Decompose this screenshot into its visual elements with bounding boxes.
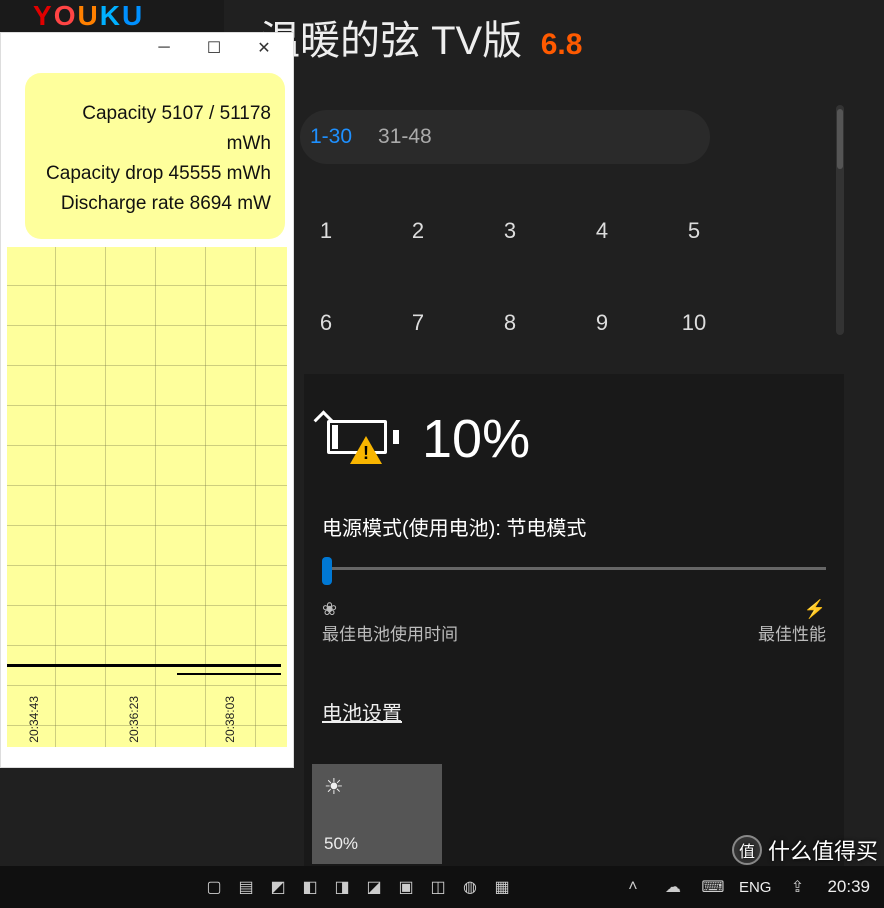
warning-exclamation-icon: !: [363, 443, 369, 464]
smzdm-badge-icon: 值: [732, 835, 762, 865]
episode-button[interactable]: 9: [556, 277, 648, 369]
slider-track[interactable]: [330, 567, 826, 570]
input-language[interactable]: ENG: [739, 879, 772, 896]
system-tray: ˄ ☁ ⌨ ENG ⇪ 20:39: [619, 873, 878, 901]
x-tick-label: 20:36:23: [127, 696, 141, 743]
battery-percentage: 10%: [422, 408, 530, 470]
input-icon[interactable]: ⌨: [699, 873, 727, 901]
discharge-chart: 20:34:43 20:36:23 20:38:03: [7, 247, 287, 747]
battery-monitor-window: ─ ☐ ✕ Capacity 5107 / 51178 mWh Capacity…: [0, 32, 294, 768]
leaf-icon: ❀: [322, 599, 458, 620]
wifi-icon[interactable]: ⇪: [783, 873, 811, 901]
chart-series-line: [7, 664, 281, 667]
minimize-button[interactable]: ─: [141, 34, 187, 62]
battery-settings-link[interactable]: 电池设置: [322, 697, 402, 726]
close-button[interactable]: ✕: [241, 34, 287, 62]
best-battery-label: 最佳电池使用时间: [322, 625, 458, 644]
chart-gridlines: [7, 247, 287, 747]
episode-grid: 1 2 3 4 5 6 7 8 9 10: [280, 185, 740, 369]
x-tick-label: 20:34:43: [27, 696, 41, 743]
video-title-area: 温暖的弦 TV版 6.8 集全: [260, 8, 582, 97]
maximize-button[interactable]: ☐: [191, 34, 237, 62]
youku-logo: YOUKU: [33, 0, 144, 32]
episode-button[interactable]: 7: [372, 277, 464, 369]
slider-thumb[interactable]: [322, 557, 332, 585]
video-title: 温暖的弦 TV版: [260, 19, 522, 63]
youku-thumbnail: YOUKU: [0, 0, 224, 32]
logo-glyph: O: [54, 0, 78, 31]
episode-range-tabs: 1-30 31-48: [300, 110, 710, 164]
app-icon[interactable]: ▤: [232, 873, 260, 901]
battery-monitor-body: Capacity 5107 / 51178 mWh Capacity drop …: [1, 73, 293, 747]
episode-button[interactable]: 2: [372, 185, 464, 277]
lightning-icon: ⚡: [758, 599, 826, 620]
battery-flyout: ! 10% 电源模式(使用电池): 节电模式 ❀ 最佳电池使用时间 ⚡ 最佳性能…: [304, 374, 844, 874]
app-icon[interactable]: ▣: [392, 873, 420, 901]
slider-left-end: ❀ 最佳电池使用时间: [322, 599, 458, 645]
capacity-line: Capacity 5107 / 51178 mWh: [39, 99, 271, 159]
battery-warning-icon: !: [322, 416, 404, 462]
episode-tab-31-48[interactable]: 31-48: [378, 125, 432, 149]
logo-glyph: Y: [33, 0, 54, 31]
task-view-icon[interactable]: ▢: [200, 873, 228, 901]
app-icon[interactable]: ◪: [360, 873, 388, 901]
app-icon[interactable]: ◧: [296, 873, 324, 901]
episode-button[interactable]: 10: [648, 277, 740, 369]
smzdm-text: 什么值得买: [768, 834, 878, 866]
video-score: 6.8: [541, 28, 583, 61]
smzdm-watermark: 值 什么值得买: [732, 834, 878, 866]
slider-right-end: ⚡ 最佳性能: [758, 599, 826, 645]
sun-icon: ☀: [324, 774, 344, 799]
onedrive-icon[interactable]: ☁: [659, 873, 687, 901]
app-icon[interactable]: ◨: [328, 873, 356, 901]
logo-glyph: U: [122, 0, 144, 31]
brightness-tile[interactable]: ☀ 50%: [312, 764, 442, 864]
discharge-rate-line: Discharge rate 8694 mW: [39, 189, 271, 219]
power-mode-label: 电源模式(使用电池): 节电模式: [322, 512, 826, 541]
capacity-drop-line: Capacity drop 45555 mWh: [39, 159, 271, 189]
battery-stats-box: Capacity 5107 / 51178 mWh Capacity drop …: [25, 73, 285, 239]
episode-tab-1-30[interactable]: 1-30: [310, 125, 352, 149]
episode-button[interactable]: 4: [556, 185, 648, 277]
taskbar-pinned-apps: ▢ ▤ ◩ ◧ ◨ ◪ ▣ ◫ ◍ ▦: [200, 873, 516, 901]
battery-fill-icon: [332, 425, 338, 449]
app-icon[interactable]: ◫: [424, 873, 452, 901]
brightness-value: 50%: [324, 834, 358, 854]
app-icon[interactable]: ◩: [264, 873, 292, 901]
app-icon[interactable]: ▦: [488, 873, 516, 901]
logo-glyph: U: [77, 0, 99, 31]
chevron-up-icon[interactable]: ˄: [619, 873, 647, 901]
episode-button[interactable]: 5: [648, 185, 740, 277]
battery-tip-icon: [393, 430, 399, 444]
episode-button[interactable]: 3: [464, 185, 556, 277]
episode-scroll-track[interactable]: [836, 105, 844, 335]
taskbar-clock[interactable]: 20:39: [827, 877, 870, 897]
episode-scroll-thumb[interactable]: [837, 109, 843, 169]
slider-end-labels: ❀ 最佳电池使用时间 ⚡ 最佳性能: [322, 599, 826, 645]
window-titlebar[interactable]: ─ ☐ ✕: [1, 33, 293, 63]
logo-glyph: K: [100, 0, 122, 31]
x-tick-label: 20:38:03: [223, 696, 237, 743]
episode-button[interactable]: 8: [464, 277, 556, 369]
windows-taskbar[interactable]: ▢ ▤ ◩ ◧ ◨ ◪ ▣ ◫ ◍ ▦ ˄ ☁ ⌨ ENG ⇪ 20:39: [0, 866, 884, 908]
app-icon[interactable]: ◍: [456, 873, 484, 901]
battery-flyout-header: ! 10%: [322, 408, 826, 470]
best-performance-label: 最佳性能: [758, 625, 826, 644]
chart-series-line: [177, 673, 281, 675]
power-mode-slider[interactable]: [322, 557, 826, 581]
video-subtitle: 集全: [260, 72, 582, 97]
